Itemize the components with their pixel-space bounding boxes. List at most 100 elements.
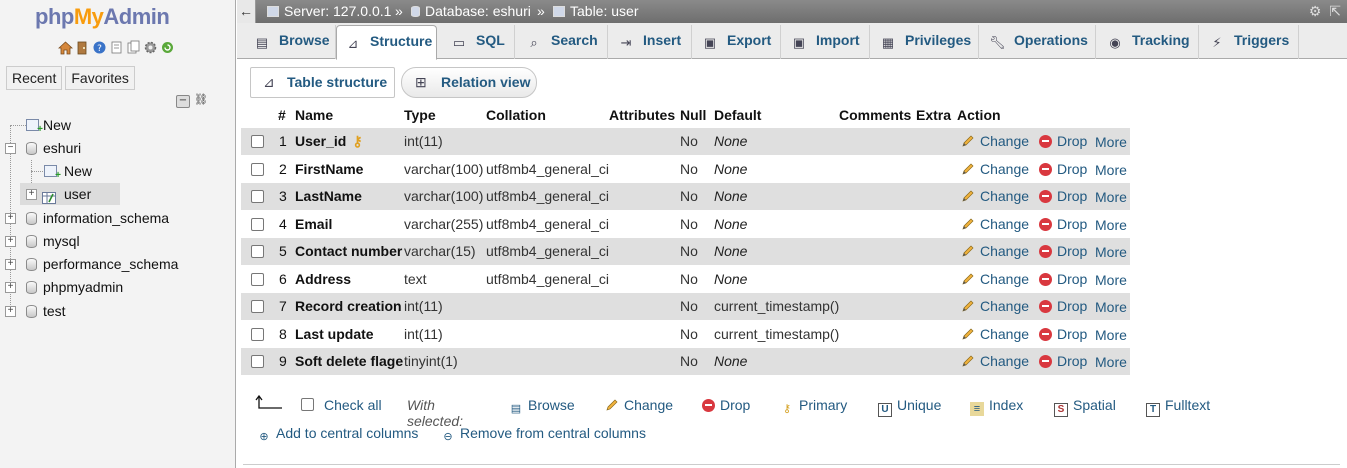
check-all-label[interactable]: Check all [324,397,382,413]
drop-button[interactable]: Drop [1039,243,1087,259]
more-button[interactable]: More [1095,189,1127,205]
phpmyadmin-logo[interactable]: phpMyAdmin [35,4,170,30]
expand-icon[interactable]: + [5,282,16,293]
row-checkbox[interactable] [251,245,264,258]
tree-item-new-table[interactable]: New [0,160,236,182]
nav-tab-favorites[interactable]: Favorites [65,66,135,90]
collapse-icon[interactable]: − [5,143,16,154]
change-button[interactable]: Change [961,161,1029,177]
more-button[interactable]: More [1095,299,1127,315]
drop-button[interactable]: Drop [1039,188,1087,204]
remove-from-central-columns-button[interactable]: ⊖ Remove from central columns [441,425,646,444]
expand-icon[interactable]: + [26,189,37,200]
drop-button[interactable]: Drop [1039,271,1087,287]
row-checkbox[interactable] [251,327,264,341]
expand-icon[interactable]: + [5,213,16,224]
tab-structure[interactable]: ⊿ Structure [336,25,437,60]
row-checkbox[interactable] [251,300,264,313]
tree-item-performance-schema[interactable]: + performance_schema [0,253,236,275]
change-button[interactable]: Change [961,353,1029,369]
change-button[interactable]: Change [961,271,1029,287]
expand-icon[interactable]: + [5,259,16,270]
logout-icon[interactable] [75,40,90,55]
row-checkbox[interactable] [251,355,264,368]
more-button[interactable]: More [1095,217,1127,233]
add-to-central-columns-button[interactable]: ⊕ Add to central columns [257,425,418,444]
tab-import[interactable]: ▣ Import [781,25,870,59]
drop-button[interactable]: Drop [1039,298,1087,314]
column-null: No [680,243,698,259]
bulk-primary-button[interactable]: ⚷ Primary [780,397,847,416]
bulk-browse-button[interactable]: ▤ Browse [509,397,575,416]
change-button[interactable]: Change [961,243,1029,259]
home-icon[interactable] [58,40,73,55]
tree-item-information-schema[interactable]: + information_schema [0,207,236,229]
more-button[interactable]: More [1095,134,1127,150]
breadcrumb-database[interactable]: Database: eshuri [411,0,531,23]
check-all-checkbox[interactable] [301,398,314,411]
change-button[interactable]: Change [961,326,1029,342]
tab-browse[interactable]: ▤ Browse [241,25,336,59]
expand-icon[interactable]: + [5,306,16,317]
settings-gear-icon[interactable] [143,40,158,55]
drop-button[interactable]: Drop [1039,161,1087,177]
bulk-drop-button[interactable]: Drop [702,397,750,413]
change-button[interactable]: Change [961,188,1029,204]
tab-export[interactable]: ▣ Export [692,25,781,59]
collapse-panel-arrow-icon[interactable]: ← [237,0,256,23]
tree-item-new[interactable]: New [0,114,236,136]
more-button[interactable]: More [1095,272,1127,288]
collapse-top-icon[interactable]: ⇱ [1329,3,1341,19]
bulk-spatial-button[interactable]: S Spatial [1054,397,1116,417]
more-button[interactable]: More [1095,327,1127,343]
bulk-unique-button[interactable]: U Unique [878,397,941,417]
change-button[interactable]: Change [961,216,1029,232]
breadcrumb-table[interactable]: Table: user [553,0,638,23]
subtab-table-structure[interactable]: ⊿ Table structure [250,67,395,98]
help-icon[interactable]: ? [92,40,107,55]
tab-privileges[interactable]: ▦ Privileges [870,25,979,59]
tree-item-user[interactable]: + user [20,183,120,205]
tab-insert[interactable]: ⇥ Insert [608,25,692,59]
database-icon [26,258,37,271]
drop-button[interactable]: Drop [1039,353,1087,369]
tab-operations[interactable]: 🔧︎ Operations [979,25,1096,59]
tree-item-eshuri[interactable]: − eshuri [0,137,236,159]
tab-triggers[interactable]: ⚡︎ Triggers [1199,25,1299,59]
row-checkbox[interactable] [251,217,264,231]
copy-icon[interactable] [126,40,141,55]
tree-item-mysql[interactable]: + mysql [0,230,236,252]
more-button[interactable]: More [1095,162,1127,178]
more-button[interactable]: More [1095,244,1127,260]
row-checkbox[interactable] [251,190,264,203]
subtab-relation-view[interactable]: ⊞ Relation view [401,67,537,98]
change-button[interactable]: Change [961,133,1029,149]
breadcrumb-server[interactable]: Server: 127.0.0.1 [267,0,391,23]
collapse-all-icon[interactable]: − [176,95,190,108]
column-collation: utf8mb4_general_ci [486,160,609,177]
tab-tracking[interactable]: ◉ Tracking [1096,25,1199,59]
gear-icon[interactable]: ⚙ [1309,3,1322,19]
more-button[interactable]: More [1095,354,1127,370]
reload-icon[interactable] [160,40,175,55]
tree-item-phpmyadmin[interactable]: + phpmyadmin [0,276,236,298]
docs-icon[interactable] [109,40,124,55]
row-checkbox[interactable] [251,135,264,148]
drop-button[interactable]: Drop [1039,216,1087,232]
column-name: FirstName [295,160,364,177]
expand-icon[interactable]: + [5,236,16,247]
bulk-change-button[interactable]: Change [605,397,673,413]
row-checkbox[interactable] [251,272,264,286]
drop-button[interactable]: Drop [1039,326,1087,342]
change-button[interactable]: Change [961,298,1029,314]
bulk-fulltext-button[interactable]: T Fulltext [1146,397,1210,417]
tree-item-test[interactable]: + test [0,300,236,322]
row-checkbox[interactable] [251,162,264,176]
tab-sql[interactable]: ▭ SQL [437,25,515,59]
drop-button[interactable]: Drop [1039,133,1087,149]
nav-tab-recent[interactable]: Recent [6,66,63,90]
link-with-main-icon[interactable]: ⛓ [194,94,208,108]
drop-icon [1039,217,1052,231]
bulk-index-button[interactable]: ≡ Index [970,397,1023,416]
tab-search[interactable]: ⌕ Search [515,25,608,59]
